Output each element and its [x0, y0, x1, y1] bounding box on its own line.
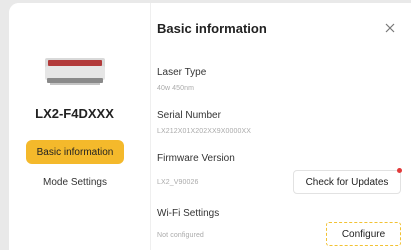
divider [150, 3, 151, 250]
wifi-settings-value: Not configured [157, 232, 204, 239]
sidebar-item-basic-information[interactable]: Basic information [26, 140, 124, 164]
configure-button[interactable]: Configure [326, 222, 401, 246]
sidebar-item-label: Basic information [36, 146, 114, 158]
sidebar-item-mode-settings[interactable]: Mode Settings [26, 170, 124, 194]
serial-number-value: LX212X01X202XX9X0000XX [157, 128, 252, 135]
firmware-version-label: Firmware Version [157, 153, 235, 164]
serial-number-label: Serial Number [157, 110, 221, 121]
laser-type-label: Laser Type [157, 67, 207, 78]
update-notification-dot [397, 168, 402, 173]
sidebar: LX2-F4DXXX Basic information Mode Settin… [9, 3, 150, 250]
laser-engraver-image [45, 58, 105, 85]
wifi-settings-label: Wi-Fi Settings [157, 208, 220, 219]
firmware-version-value: LX2_V90026 [157, 179, 199, 186]
device-name: LX2-F4DXXX [35, 106, 114, 121]
laser-type-value: 40w 450nm [157, 85, 195, 92]
check-for-updates-button[interactable]: Check for Updates [293, 170, 401, 194]
device-info-dialog: LX2-F4DXXX Basic information Mode Settin… [9, 3, 411, 250]
dialog-title: Basic information [157, 21, 267, 36]
close-icon[interactable] [382, 20, 398, 36]
sidebar-item-label: Mode Settings [43, 176, 107, 188]
